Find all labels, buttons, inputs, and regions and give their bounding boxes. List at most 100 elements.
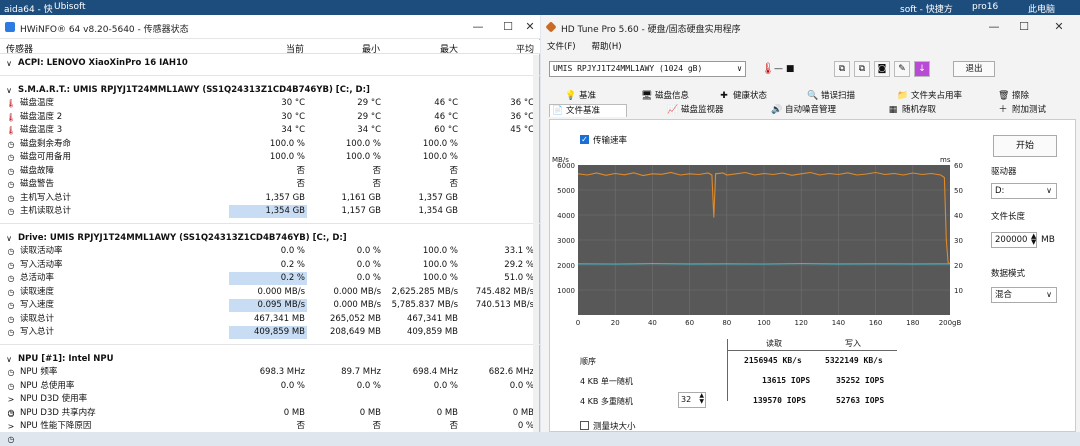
options-icon[interactable]: ✎ <box>894 61 910 77</box>
scrollbar[interactable] <box>533 55 539 432</box>
tab-icon: 🖥 <box>641 91 651 101</box>
thermometer-icon: 🌡 <box>6 97 16 110</box>
sensor-row[interactable]: ◷读取速度0.000 MB/s0.000 MB/s2,625.285 MB/s7… <box>0 286 540 299</box>
taskbar-item[interactable]: Ubisoft <box>54 2 86 12</box>
minimize-icon[interactable]: — <box>470 19 486 35</box>
sensor-row[interactable]: > ◷NPU 性能下降原因否否否0 % <box>0 420 540 433</box>
sensor-row[interactable]: ◷总活动率0.2 %0.0 %100.0 %51.0 % <box>0 272 540 285</box>
taskbar-item[interactable]: soft - 快捷方 <box>900 2 953 15</box>
sensor-max-value: 2,625.285 MB/s <box>388 286 458 299</box>
exit-button[interactable]: 退出 <box>953 61 995 77</box>
menu-help[interactable]: 帮助(H) <box>592 42 622 52</box>
sensor-avg-value: 0.0 % <box>464 380 534 393</box>
drive-dropdown[interactable]: UMIS RPJYJ1T24MML1AWY (1024 gB) ∨ <box>549 61 746 77</box>
sensor-row[interactable]: ◷写入活动率0.2 %0.0 %100.0 %29.2 % <box>0 259 540 272</box>
col-min[interactable]: 最小 <box>346 42 380 55</box>
taskbar-item[interactable]: 此电脑 <box>1028 2 1055 15</box>
tab2-0[interactable]: 📄文件基准 <box>549 104 627 117</box>
sensor-min-value: 100.0 % <box>311 151 381 164</box>
sensor-row[interactable]: ◷磁盘剩余寿命100.0 %100.0 %100.0 % <box>0 138 540 151</box>
sensor-cur-value: 0.0 % <box>235 380 305 393</box>
maximize-icon[interactable]: ☐ <box>500 19 516 35</box>
benchmark-chart: 600050004000300020001000605040302010MB/s… <box>550 154 986 354</box>
sensor-max-value: 否 <box>388 165 458 178</box>
tab2-4[interactable]: ＋附加测试 <box>996 104 1046 117</box>
result-label: 顺序 <box>580 356 596 367</box>
sensor-group-header[interactable]: ∨Drive: UMIS RPJYJ1T24MML1AWY (SS1Q24313… <box>0 232 540 245</box>
sensor-row[interactable]: ◷读取活动率0.0 %0.0 %100.0 %33.1 % <box>0 245 540 258</box>
tab2-2[interactable]: 🔊自动噪音管理 <box>769 104 836 117</box>
drive-select[interactable]: D:∨ <box>991 183 1057 199</box>
close-icon[interactable]: ✕ <box>1051 19 1067 35</box>
sensor-row[interactable]: ◷磁盘警告否否否 <box>0 178 540 191</box>
tab-4[interactable]: 📁文件夹占用率 <box>895 90 962 103</box>
file-length-stepper[interactable]: ▲▼ <box>1031 233 1036 245</box>
col-sensor[interactable]: 传感器 <box>6 42 33 55</box>
taskbar-item[interactable]: aida64 - 快 <box>4 2 53 15</box>
sensor-row[interactable]: ◷NPU D3D 共享内存0 MB0 MB0 MB0 MB <box>0 407 540 420</box>
sensor-row[interactable]: ◷磁盘故障否否否 <box>0 165 540 178</box>
sensor-group-header[interactable]: ∨ S.M.A.R.T.: UMIS RPJYJ1T24MML1AWY (SS1Q… <box>0 84 540 97</box>
tab2-3[interactable]: ▦随机存取 <box>886 104 936 117</box>
result-label: 4 KB 多重随机 <box>580 396 633 407</box>
sensor-row[interactable]: ◷磁盘可用备用100.0 %100.0 %100.0 % <box>0 151 540 164</box>
clock-gauge-icon: ◷ <box>6 272 16 285</box>
tab-0[interactable]: 💡基准 <box>563 90 596 103</box>
sensor-row[interactable]: > ◷NPU D3D 使用率 <box>0 393 540 406</box>
copy-text-icon[interactable]: ⧉ <box>854 61 870 77</box>
sensor-cur-value: 0.095 MB/s <box>229 299 307 312</box>
expand-chevron-icon[interactable]: ∨ <box>4 84 14 97</box>
sensor-row[interactable]: ◷写入速度0.095 MB/s0.000 MB/s5,785.837 MB/s7… <box>0 299 540 312</box>
sensor-max-value: 5,785.837 MB/s <box>388 299 458 312</box>
tab-label: 文件夹占用率 <box>911 91 962 101</box>
sensor-row[interactable]: 🌡磁盘温度 230 °C29 °C46 °C36 °C <box>0 111 540 124</box>
sensor-avg-value: 0 % <box>464 420 534 433</box>
sensor-row[interactable]: ◷读取总计467,341 MB265,052 MB467,341 MB <box>0 313 540 326</box>
x-tick-label: 100 <box>757 319 770 327</box>
save-icon[interactable]: ↓ <box>914 61 930 77</box>
sensor-row[interactable]: ◷NPU 频率698.3 MHz89.7 MHz698.4 MHz682.6 M… <box>0 366 540 379</box>
sensor-max-value: 409,859 MB <box>388 326 458 339</box>
start-button[interactable]: 开始 <box>993 135 1057 157</box>
col-current[interactable]: 当前 <box>270 42 304 55</box>
sensor-row[interactable]: ◷主机写入总计1,357 GB1,161 GB1,357 GB <box>0 192 540 205</box>
minimize-icon[interactable]: — <box>986 19 1002 35</box>
maximize-icon[interactable]: ☐ <box>1016 19 1032 35</box>
copy-icon[interactable]: ⧉ <box>834 61 850 77</box>
sensor-row[interactable]: 🌡磁盘温度 334 °C34 °C60 °C45 °C <box>0 124 540 137</box>
tab-1[interactable]: 🖥磁盘信息 <box>639 90 689 103</box>
clock-gauge-icon: ◷ <box>6 407 16 420</box>
sensor-group-header[interactable]: ∨NPU [#1]: Intel NPU <box>0 353 540 366</box>
col-avg[interactable]: 平均 <box>500 42 534 55</box>
col-max[interactable]: 最大 <box>424 42 458 55</box>
data-mode-select[interactable]: 混合∨ <box>991 287 1057 303</box>
sensor-min-value: 0.000 MB/s <box>311 299 381 312</box>
transfer-rate-checkbox[interactable]: ✓ <box>580 135 589 144</box>
sensor-group-header[interactable]: ∨ACPI: LENOVO XiaoXinPro 16 IAH10 <box>0 57 540 70</box>
sensor-row[interactable]: ◷NPU 总使用率0.0 %0.0 %0.0 %0.0 % <box>0 380 540 393</box>
sensor-max-value: 100.0 % <box>388 151 458 164</box>
sensor-label: 读取速度 <box>20 286 54 299</box>
tab-5[interactable]: 🗑擦除 <box>996 90 1029 103</box>
queue-depth-input[interactable]: 32▲▼ <box>678 392 706 408</box>
close-icon[interactable]: ✕ <box>522 19 538 35</box>
expand-chevron-icon[interactable]: ∨ <box>4 353 14 366</box>
camera-icon[interactable]: ◙ <box>874 61 890 77</box>
sensor-cur-value: 30 °C <box>235 97 305 110</box>
sensor-row[interactable]: 🌡磁盘温度30 °C29 °C46 °C36 °C <box>0 97 540 110</box>
measure-block-size-checkbox[interactable] <box>580 421 589 430</box>
expand-chevron-icon[interactable]: ∨ <box>4 57 14 70</box>
expand-chevron-icon[interactable]: ∨ <box>4 232 14 245</box>
tab2-1[interactable]: 📈磁盘监视器 <box>665 104 724 117</box>
sensor-avg-value: 29.2 % <box>464 259 534 272</box>
taskbar-item[interactable]: pro16 <box>972 2 998 12</box>
sensor-row[interactable]: ◷写入总计409,859 MB208,649 MB409,859 MB <box>0 326 540 339</box>
menu-file[interactable]: 文件(F) <box>547 42 576 52</box>
sensor-label: NPU D3D 使用率 <box>20 393 87 406</box>
tab-label: 错误扫描 <box>821 91 855 101</box>
tab-3[interactable]: 🔍错误扫描 <box>805 90 855 103</box>
sensor-row[interactable]: ◷主机读取总计1,354 GB1,157 GB1,354 GB <box>0 205 540 218</box>
queue-depth-stepper[interactable]: ▲▼ <box>699 393 704 405</box>
sensor-label: S.M.A.R.T.: UMIS RPJYJ1T24MML1AWY (SS1Q2… <box>18 84 370 97</box>
tab-2[interactable]: ✚健康状态 <box>717 90 767 103</box>
